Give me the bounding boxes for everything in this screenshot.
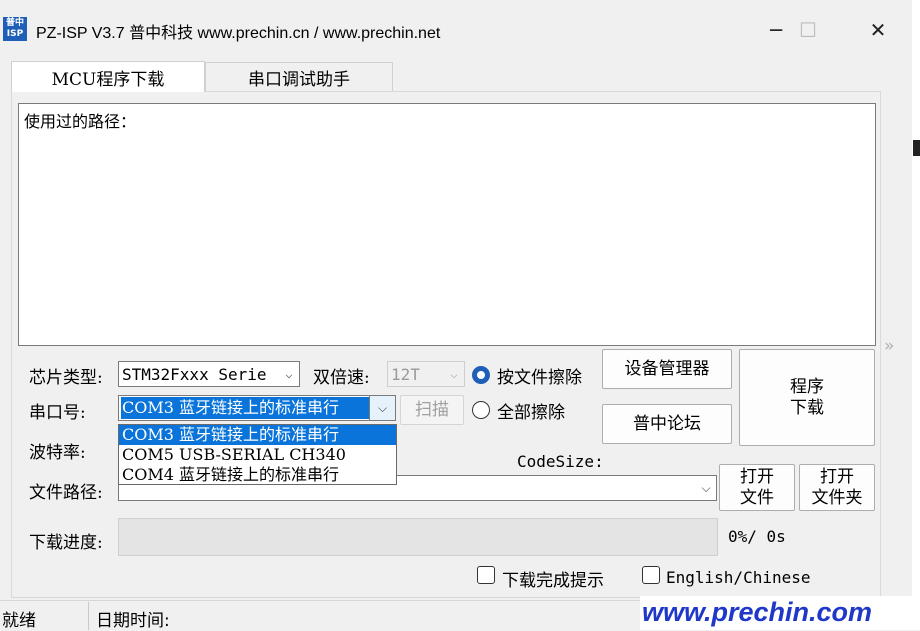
erase-all-label: 全部擦除 <box>497 403 565 423</box>
language-label: English/Chinese <box>666 568 811 587</box>
used-paths-area[interactable]: 使用过的路径： <box>18 103 876 346</box>
maximize-icon: ☐ <box>799 18 817 42</box>
progress-text: 0%/ 0s <box>728 527 786 546</box>
serial-port-option[interactable]: COM3 蓝牙链接上的标准串行 <box>119 425 396 445</box>
language-checkbox[interactable] <box>642 566 660 584</box>
chip-type-select[interactable]: STM32Fxxx Serie ⌵ <box>118 361 300 387</box>
download-progress-label: 下载进度: <box>29 533 103 553</box>
status-state: 就绪 <box>2 611 36 631</box>
close-icon: ✕ <box>869 18 887 42</box>
website-banner-text: www.prechin.com <box>642 597 873 627</box>
close-button[interactable]: ✕ <box>848 10 908 50</box>
erase-by-file-label: 按文件擦除 <box>497 368 582 388</box>
app-logo: 普中 ISP <box>3 17 27 41</box>
code-size-label: CodeSize: <box>517 452 604 471</box>
open-folder-button[interactable]: 打开 文件夹 <box>799 464 875 511</box>
chip-type-value: STM32Fxxx Serie <box>122 364 267 384</box>
download-done-tip-label: 下载完成提示 <box>502 571 604 591</box>
serial-port-select[interactable]: COM3 蓝牙链接上的标准串行 ⌵ <box>118 395 396 421</box>
baud-rate-label: 波特率: <box>29 443 86 463</box>
maximize-button[interactable]: ☐ <box>778 10 838 50</box>
erase-all-radio[interactable] <box>472 401 490 419</box>
chevron-down-icon[interactable]: ⌵ <box>369 396 395 420</box>
chevron-down-icon[interactable]: ⌵ <box>696 476 716 500</box>
open-file-button[interactable]: 打开 文件 <box>719 464 795 511</box>
file-path-label: 文件路径: <box>29 483 103 503</box>
double-speed-label: 双倍速: <box>313 368 370 388</box>
double-speed-value: 12T <box>391 364 420 384</box>
forum-button[interactable]: 普中论坛 <box>602 404 732 444</box>
double-speed-select[interactable]: 12T ⌵ <box>387 361 465 387</box>
window-title: PZ-ISP V3.7 普中科技 www.prechin.cn / www.pr… <box>36 25 441 42</box>
chip-type-label: 芯片类型: <box>29 368 103 388</box>
serial-port-label: 串口号: <box>29 403 86 423</box>
download-progress-bar <box>118 518 718 556</box>
scan-button[interactable]: 扫描 <box>400 395 464 425</box>
window-edge <box>912 0 920 630</box>
download-done-tip-checkbox[interactable] <box>477 566 495 584</box>
serial-port-value: COM3 蓝牙链接上的标准串行 <box>121 397 369 419</box>
used-paths-label: 使用过的路径： <box>24 112 137 131</box>
edge-marker <box>913 140 920 156</box>
chevron-down-icon: ⌵ <box>450 367 458 381</box>
expand-panel-icon[interactable]: » <box>884 336 894 356</box>
device-manager-button[interactable]: 设备管理器 <box>602 349 732 389</box>
erase-by-file-radio[interactable] <box>472 366 490 384</box>
serial-port-option[interactable]: COM5 USB-SERIAL CH340 <box>119 445 396 465</box>
serial-port-dropdown[interactable]: COM3 蓝牙链接上的标准串行 COM5 USB-SERIAL CH340 CO… <box>118 424 397 485</box>
app-logo-bottom: ISP <box>6 29 24 39</box>
app-logo-top: 普中 <box>5 18 24 28</box>
download-program-button[interactable]: 程序 下载 <box>739 349 875 446</box>
tab-serial-debug[interactable]: 串口调试助手 <box>205 62 393 91</box>
status-separator <box>88 602 89 630</box>
tab-mcu-download[interactable]: MCU程序下载 <box>11 61 205 92</box>
status-datetime-label: 日期时间: <box>96 611 170 631</box>
serial-port-option[interactable]: COM4 蓝牙链接上的标准串行 <box>119 465 396 485</box>
chevron-down-icon: ⌵ <box>285 367 293 381</box>
